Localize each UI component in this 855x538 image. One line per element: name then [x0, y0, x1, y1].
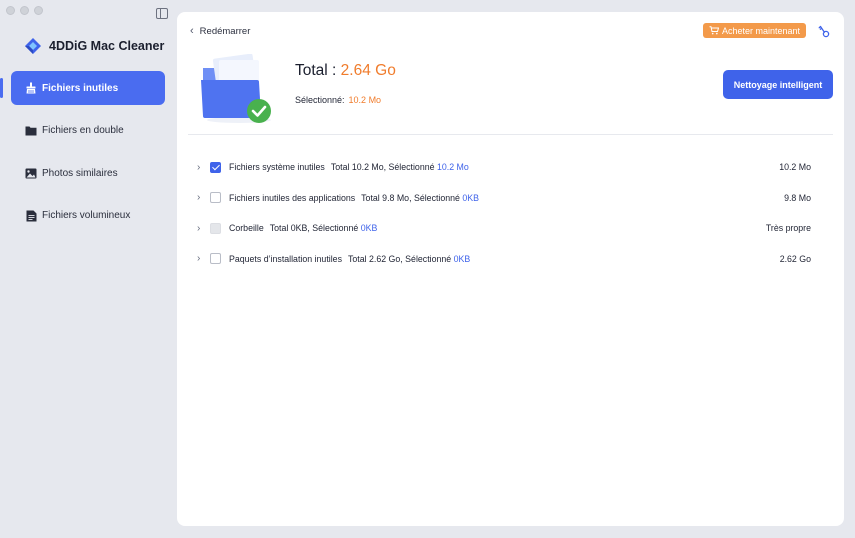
row-name: Fichiers inutiles des applications [229, 192, 356, 203]
sidebar-item-photos-similaires[interactable]: Photos similaires [11, 156, 165, 190]
row-info: Total 9.8 Mo, Sélectionné 0KB [361, 193, 479, 203]
total-size: Total : 2.64 Go [295, 62, 396, 80]
row-size: 2.62 Go [779, 253, 811, 264]
row-checkbox[interactable] [210, 253, 221, 265]
row-size: 9.8 Mo [784, 192, 811, 203]
total-value: 2.64 Go [340, 62, 396, 79]
chevron-right-icon[interactable]: › [197, 253, 200, 264]
chevron-left-icon: ‹ [190, 25, 194, 37]
main-panel: ‹ Redémarrer Acheter maintenant Total : … [177, 12, 844, 526]
row-info: Total 0KB, Sélectionné 0KB [270, 223, 378, 233]
selected-size: Sélectionné: 10.2 Mo [295, 95, 381, 105]
row-name: Fichiers système inutiles [229, 162, 325, 173]
row-info: Total 10.2 Mo, Sélectionné 10.2 Mo [331, 162, 469, 172]
row-selected-value: 10.2 Mo [436, 162, 469, 173]
buy-now-button[interactable]: Acheter maintenant [703, 23, 807, 38]
sidebar-item-fichiers-en-double[interactable]: Fichiers en double [11, 114, 165, 148]
row-total-text: Total 9.8 Mo, Sélectionné [361, 192, 460, 203]
row-name: Paquets d’installation inutiles [229, 253, 342, 264]
sidebar-item-fichiers-volumineux[interactable]: Fichiers volumineux [11, 199, 165, 233]
selected-label: Sélectionné: [295, 95, 345, 105]
logo-icon [25, 38, 41, 54]
row-total-text: Total 0KB, Sélectionné [269, 223, 359, 234]
selected-value: 10.2 Mo [348, 95, 382, 105]
sidebar-item-label: Photos similaires [42, 167, 118, 179]
row-size: Très propre [765, 223, 811, 234]
sidebar-toggle-icon[interactable] [156, 8, 168, 19]
row-total-text: Total 10.2 Mo, Sélectionné [330, 162, 435, 173]
sidebar-item-fichiers-inutiles[interactable]: Fichiers inutiles [11, 71, 165, 105]
chevron-right-icon[interactable]: › [197, 223, 200, 234]
row-size: 10.2 Mo [779, 162, 811, 173]
key-icon[interactable] [818, 24, 830, 38]
chevron-right-icon[interactable]: › [197, 192, 200, 203]
row-total-text: Total 2.62 Go, Sélectionné [347, 253, 452, 264]
row-info: Total 2.62 Go, Sélectionné 0KB [348, 254, 470, 264]
folder-icon [25, 125, 37, 137]
chevron-right-icon[interactable]: › [197, 162, 200, 173]
row-content: Fichiers inutiles des applications Total … [229, 193, 479, 203]
smart-clean-button[interactable]: Nettoyage intelligent [723, 70, 833, 99]
row-content: Fichiers système inutiles Total 10.2 Mo, … [229, 162, 469, 172]
folder-check-icon [201, 54, 271, 123]
app-name: 4DDiG Mac Cleaner [49, 39, 165, 53]
window-controls [6, 6, 43, 15]
minimize-window-button[interactable] [20, 6, 29, 15]
buy-now-label: Acheter maintenant [722, 25, 801, 36]
zoom-window-button[interactable] [34, 6, 43, 15]
cart-icon [709, 26, 719, 35]
image-icon [25, 167, 37, 179]
broom-icon [25, 82, 37, 94]
file-icon [25, 210, 37, 222]
close-window-button[interactable] [6, 6, 15, 15]
sidebar-item-label: Fichiers en double [42, 125, 124, 136]
app-logo: 4DDiG Mac Cleaner [24, 37, 164, 55]
divider [188, 134, 833, 135]
row-selected-value: 0KB [360, 223, 378, 234]
row-name: Corbeille [229, 223, 264, 234]
list-item[interactable]: › Paquets d’installation inutiles Total 2… [177, 244, 844, 275]
row-selected-value: 0KB [453, 253, 471, 264]
active-nav-indicator [0, 78, 3, 98]
list-item[interactable]: › Fichiers inutiles des applications Tota… [177, 183, 844, 214]
category-list: › Fichiers système inutiles Total 10.2 Mo… [177, 152, 844, 274]
list-item[interactable]: › Fichiers système inutiles Total 10.2 Mo… [177, 152, 844, 183]
list-item[interactable]: › Corbeille Total 0KB, Sélectionné 0KB Tr… [177, 213, 844, 244]
total-label: Total : [295, 62, 341, 79]
back-label: Redémarrer [199, 25, 251, 37]
app-window: 4DDiG Mac Cleaner Fichiers inutiles Fich… [0, 0, 855, 538]
row-checkbox [210, 222, 221, 234]
row-checkbox[interactable] [210, 192, 221, 204]
sidebar-item-label: Fichiers inutiles [42, 82, 119, 94]
row-checkbox[interactable] [210, 161, 221, 173]
back-button[interactable]: ‹ Redémarrer [190, 25, 250, 37]
row-content: Corbeille Total 0KB, Sélectionné 0KB [229, 223, 377, 233]
sidebar-nav: Fichiers inutiles Fichiers en double Pho… [11, 71, 165, 241]
row-content: Paquets d’installation inutiles Total 2.6… [229, 254, 470, 264]
row-selected-value: 0KB [462, 192, 480, 203]
sidebar-item-label: Fichiers volumineux [42, 210, 131, 221]
